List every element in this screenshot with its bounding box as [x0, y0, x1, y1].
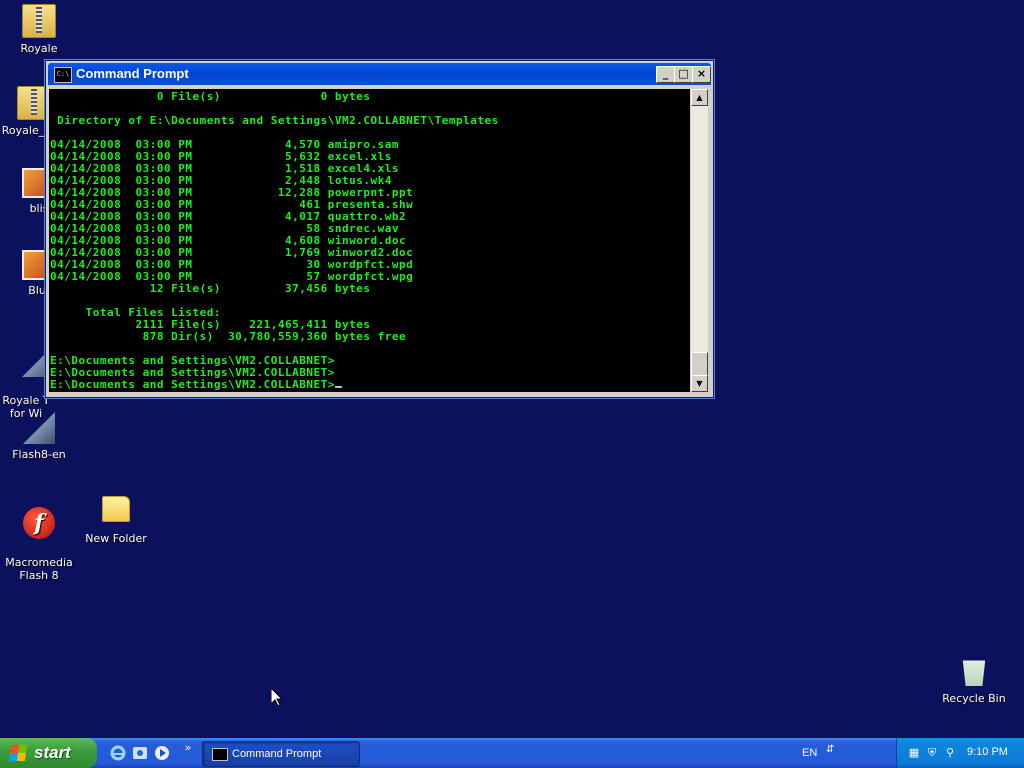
- taskbar-item-label: Command Prompt: [232, 748, 322, 760]
- windows-logo-icon: [8, 745, 28, 761]
- quick-launch-chevron[interactable]: »: [180, 740, 196, 756]
- desktop-icon-flash8-en[interactable]: Flash8-en: [0, 412, 79, 461]
- search-icon[interactable]: ⚲: [943, 746, 957, 760]
- maximize-button[interactable]: □: [674, 66, 693, 83]
- desktop-icon-label: Royale_: [1, 124, 45, 137]
- text-cursor: [334, 386, 342, 388]
- console-text: 0 File(s) 0 bytes Directory of E:\Docume…: [49, 89, 690, 391]
- security-shield-icon[interactable]: ⛨: [925, 746, 939, 760]
- taskbar: start » Command Prompt EN ⇵ ▦ ⛨ ⚲ 9:10 P…: [0, 738, 1024, 768]
- cmd-icon[interactable]: C:\: [54, 67, 72, 83]
- close-button[interactable]: ×: [692, 66, 711, 83]
- flash-logo-icon: f: [23, 507, 55, 539]
- desktop-icon-recycle-bin[interactable]: Recycle Bin: [934, 656, 1014, 705]
- desktop-icon-macromedia-flash[interactable]: f Macromedia Flash 8: [0, 494, 79, 582]
- cmd-icon: [212, 748, 228, 761]
- title-bar[interactable]: C:\ Command Prompt _ □ ×: [48, 63, 711, 85]
- console-output[interactable]: 0 File(s) 0 bytes Directory of E:\Docume…: [49, 89, 690, 392]
- desktop-icon-label: Recycle Bin: [942, 692, 1006, 705]
- scroll-down-button[interactable]: ▼: [691, 375, 708, 392]
- desktop-icon-label: Flash8-en: [12, 448, 66, 461]
- scroll-up-button[interactable]: ▲: [691, 89, 708, 106]
- ie-icon[interactable]: [110, 745, 126, 761]
- network-icon[interactable]: ▦: [907, 746, 921, 760]
- flash-tool-icon: [23, 412, 55, 444]
- zip-folder-icon: [22, 4, 56, 38]
- media-player-icon[interactable]: [154, 745, 170, 761]
- desktop-icon-label: Royale: [20, 42, 58, 55]
- window-title: Command Prompt: [76, 66, 189, 81]
- language-bar-icon[interactable]: ⇵: [826, 744, 836, 760]
- minimize-button[interactable]: _: [656, 66, 675, 83]
- clock[interactable]: 9:10 PM: [967, 746, 1008, 758]
- scroll-thumb[interactable]: [691, 352, 708, 376]
- desktop[interactable]: Royale Royale_ blis Bluf Royale T for Wi…: [0, 0, 1024, 738]
- start-label: start: [34, 743, 71, 762]
- start-button[interactable]: start: [0, 738, 97, 768]
- system-tray: ▦ ⛨ ⚲ 9:10 PM: [896, 738, 1024, 768]
- vertical-scrollbar[interactable]: ▲ ▼: [691, 89, 708, 392]
- desktop-icon-royale[interactable]: Royale: [0, 4, 79, 55]
- taskbar-item-command-prompt[interactable]: Command Prompt: [202, 741, 360, 767]
- recycle-bin-icon: [962, 660, 986, 686]
- language-indicator[interactable]: EN: [802, 747, 817, 759]
- command-prompt-window[interactable]: C:\ Command Prompt _ □ × 0 File(s) 0 byt…: [45, 60, 714, 398]
- desktop-icon-label: Macromedia Flash 8: [5, 556, 73, 582]
- desktop-icon-label: New Folder: [85, 532, 147, 545]
- outlook-icon[interactable]: [132, 745, 148, 761]
- mouse-pointer-icon: [271, 688, 283, 707]
- console-text-body: 0 File(s) 0 bytes Directory of E:\Docume…: [50, 90, 499, 391]
- desktop-icon-new-folder[interactable]: New Folder: [76, 496, 156, 545]
- folder-icon: [102, 496, 130, 522]
